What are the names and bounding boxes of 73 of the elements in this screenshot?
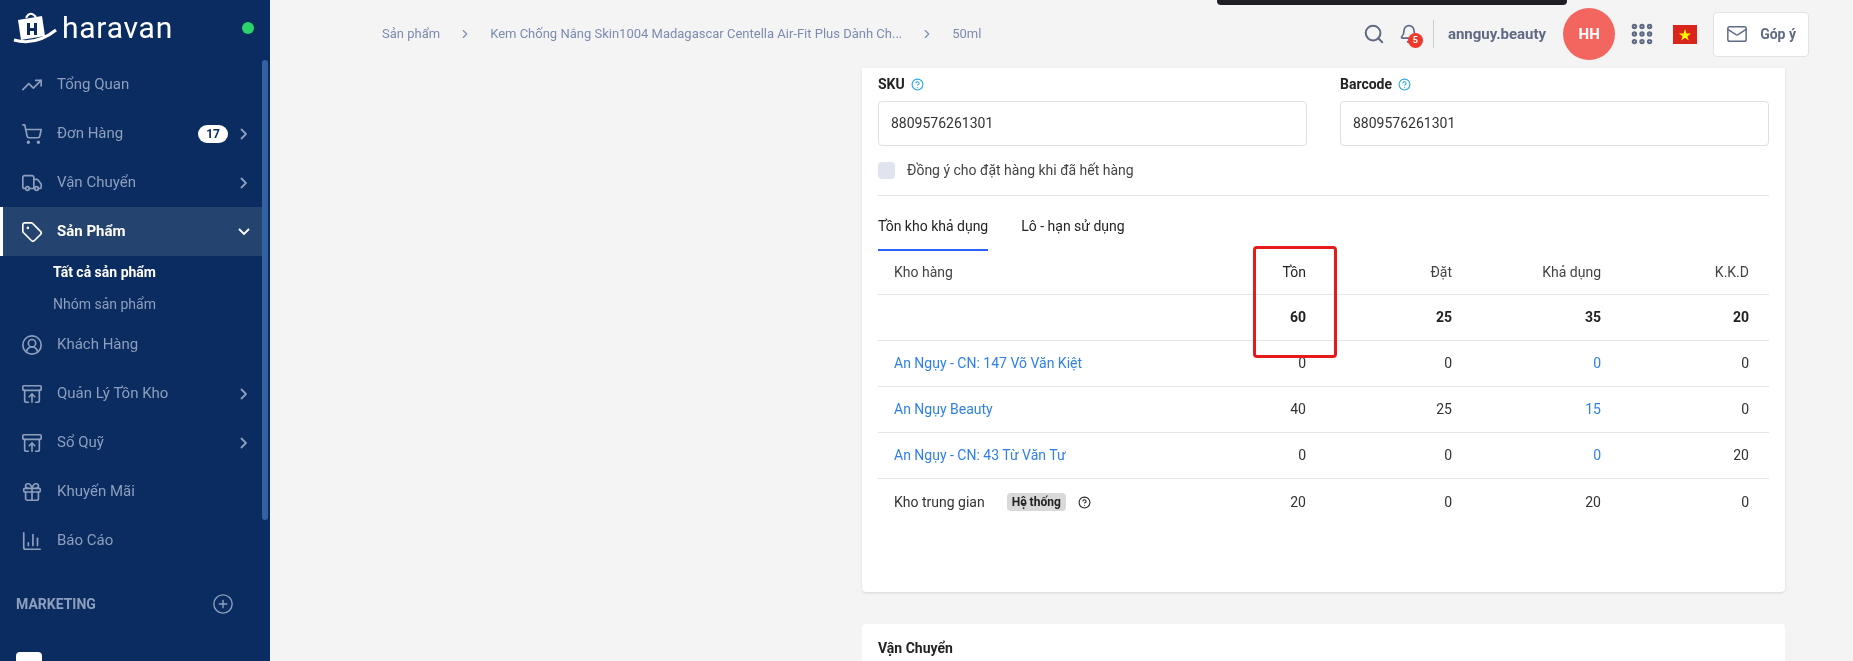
field-label: Barcode (1340, 75, 1393, 94)
avatar[interactable]: HH (1563, 8, 1616, 60)
column-header: Tồn (1282, 263, 1306, 282)
nav-item[interactable]: Báo Cáo (0, 516, 262, 565)
tab[interactable]: Lô - hạn sử dụng (1021, 210, 1125, 251)
text-field[interactable]: 8809576261301 (878, 101, 1307, 146)
total-cell-text: 25 (1434, 308, 1452, 327)
total-cell-text: 60 (1288, 308, 1306, 327)
warehouse-link[interactable]: An Ngụy Beauty (894, 399, 993, 420)
system-tag: Hệ thống (1006, 493, 1066, 511)
store-name[interactable]: annguy.beauty (1447, 22, 1547, 46)
add-icon[interactable] (212, 593, 234, 615)
column-header: K.K.D (1714, 263, 1749, 282)
total-cell-text: 20 (1731, 308, 1749, 327)
user-icon (21, 333, 43, 356)
section-title: Vận Chuyển (878, 640, 953, 656)
total-cell-text: 35 (1583, 308, 1601, 327)
field-label: SKU (878, 75, 905, 94)
breadcrumb-link[interactable]: Kem Chống Nắng Skin1004 Madagascar Centella Air-Fit Plus Dành Ch... (490, 24, 903, 44)
checkbox[interactable] (878, 162, 895, 179)
notification-badge: 5 (1407, 33, 1423, 48)
nav-item[interactable]: Tổng Quan (0, 60, 262, 109)
nav-item[interactable]: Khuyến Mãi (0, 467, 262, 516)
nav-item[interactable]: Quản Lý Tồn Kho (0, 369, 262, 418)
box-icon (21, 382, 43, 405)
nav-item[interactable]: Sổ Quỹ (0, 418, 262, 467)
breadcrumb-link[interactable]: 50ml (952, 24, 982, 44)
help-icon[interactable] (1077, 495, 1091, 509)
nav-subitem[interactable]: Nhóm sản phẩm (0, 288, 270, 320)
text-field[interactable]: 8809576261301 (1340, 101, 1769, 146)
warehouse-link[interactable]: An Ngụy - CN: 147 Võ Văn Kiệt (894, 353, 1083, 374)
table-cell-text: 0 (1443, 492, 1452, 512)
table-cell-text: 0 (1592, 446, 1601, 465)
tab[interactable]: Tồn kho khả dụng (878, 210, 989, 251)
table-cell-text: 0 (1740, 400, 1749, 419)
breadcrumb-link[interactable]: Sản phẩm (382, 24, 441, 44)
table-cell-text: 15 (1584, 400, 1601, 419)
table-cell-text: 0 (1297, 446, 1306, 465)
table-cell-text: 0 (1443, 354, 1452, 373)
table-cell-text: 20 (1732, 446, 1749, 465)
column-header: Đặt (1430, 263, 1452, 282)
warehouse-link[interactable]: An Ngụy - CN: 43 Từ Văn Tư (894, 445, 1066, 466)
scrollbar[interactable] (262, 60, 268, 520)
table-cell-text: 0 (1443, 446, 1452, 465)
table-cell-text: 25 (1435, 400, 1452, 419)
warehouse-name: Kho trung gian (894, 492, 985, 512)
table-cell-text: 0 (1592, 354, 1601, 373)
column-header: Kho hàng (894, 263, 953, 282)
brand-name: haravan (62, 13, 173, 43)
search-icon[interactable] (1362, 23, 1385, 45)
section-heading: MARKETING (16, 594, 96, 614)
tag-icon (21, 220, 43, 243)
table-cell-text: 20 (1584, 492, 1601, 512)
nav-item[interactable]: Sản Phẩm (0, 207, 262, 256)
cart-icon (21, 122, 43, 145)
bar-chart-icon (21, 529, 43, 552)
table-cell-text: 0 (1740, 492, 1749, 512)
table-cell-text: 0 (1740, 354, 1749, 373)
flag-icon[interactable] (1673, 24, 1698, 44)
logo-icon (12, 10, 58, 46)
feedback-button[interactable]: Góp ý (1713, 11, 1809, 57)
count-badge: 17 (198, 124, 228, 143)
mail-icon (1726, 23, 1749, 45)
table-cell-text: 40 (1289, 400, 1306, 419)
column-header: Khả dụng (1542, 263, 1601, 282)
nav-subitem[interactable]: Tất cả sản phẩm (0, 256, 270, 288)
gift-icon (21, 480, 43, 503)
checkbox-label: Đồng ý cho đặt hàng khi đã hết hàng (907, 161, 1134, 180)
nav-item[interactable]: Vận Chuyển (0, 158, 262, 207)
nav-item[interactable]: Khách Hàng (0, 320, 262, 369)
table-cell-text: 20 (1289, 492, 1306, 512)
box-icon (21, 431, 43, 454)
nav-item[interactable]: Đơn Hàng 17 (0, 109, 262, 158)
